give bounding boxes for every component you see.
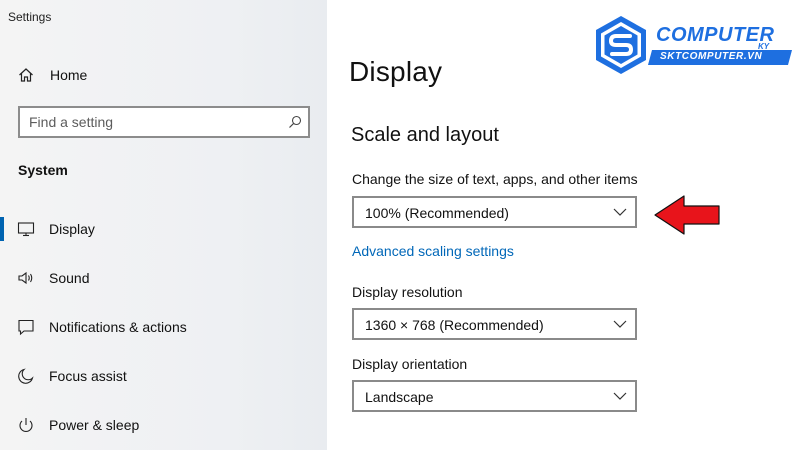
- window-title: Settings: [8, 10, 52, 24]
- sidebar-item-label: Sound: [49, 270, 90, 286]
- search-icon[interactable]: [288, 115, 302, 129]
- chevron-down-icon: [613, 320, 627, 328]
- sidebar-item-label: Focus assist: [49, 368, 127, 384]
- sidebar-item-label: Display: [49, 221, 95, 237]
- logo-wordmark: COMPUTER: [656, 24, 775, 46]
- selected-indicator: [0, 217, 4, 241]
- sidebar: Settings Home System Display Sound: [0, 0, 327, 450]
- scale-dropdown[interactable]: 100% (Recommended): [352, 196, 637, 228]
- power-icon: [19, 418, 33, 432]
- sidebar-item-home-label: Home: [50, 67, 88, 83]
- advanced-scaling-link[interactable]: Advanced scaling settings: [352, 243, 514, 259]
- notification-icon: [18, 319, 34, 336]
- orientation-label: Display orientation: [352, 356, 468, 372]
- sidebar-item-home[interactable]: Home: [18, 64, 87, 86]
- sidebar-item-power-sleep[interactable]: Power & sleep: [0, 405, 327, 445]
- sidebar-item-display[interactable]: Display: [0, 209, 327, 249]
- orientation-dropdown[interactable]: Landscape: [352, 380, 637, 412]
- speaker-icon: [18, 271, 33, 285]
- home-icon: [19, 68, 33, 82]
- search-box[interactable]: [18, 106, 310, 138]
- resolution-dropdown-value: 1360 × 768 (Recommended): [365, 317, 544, 333]
- scale-label: Change the size of text, apps, and other…: [352, 171, 638, 187]
- section-title: Scale and layout: [351, 124, 499, 146]
- chevron-down-icon: [613, 392, 627, 400]
- moon-icon: [18, 368, 34, 384]
- page-title: Display: [349, 56, 443, 87]
- sidebar-item-label: Power & sleep: [49, 417, 140, 433]
- orientation-dropdown-value: Landscape: [365, 389, 434, 405]
- monitor-icon: [17, 222, 35, 237]
- red-arrow-icon: [654, 195, 720, 235]
- logo-url: SKTCOMPUTER.VN: [660, 51, 763, 62]
- sidebar-item-notifications[interactable]: Notifications & actions: [0, 307, 327, 347]
- sidebar-item-label: Notifications & actions: [49, 319, 187, 335]
- search-input[interactable]: [20, 108, 280, 136]
- sidebar-item-focus-assist[interactable]: Focus assist: [0, 356, 327, 396]
- sidebar-section-label: System: [18, 162, 68, 178]
- logo-emblem-icon: [596, 16, 646, 74]
- scale-dropdown-value: 100% (Recommended): [365, 205, 509, 221]
- sidebar-item-sound[interactable]: Sound: [0, 258, 327, 298]
- brand-logo: COMPUTER KY SKTCOMPUTER.VN: [590, 14, 794, 78]
- chevron-down-icon: [613, 208, 627, 216]
- resolution-label: Display resolution: [352, 284, 463, 300]
- resolution-dropdown[interactable]: 1360 × 768 (Recommended): [352, 308, 637, 340]
